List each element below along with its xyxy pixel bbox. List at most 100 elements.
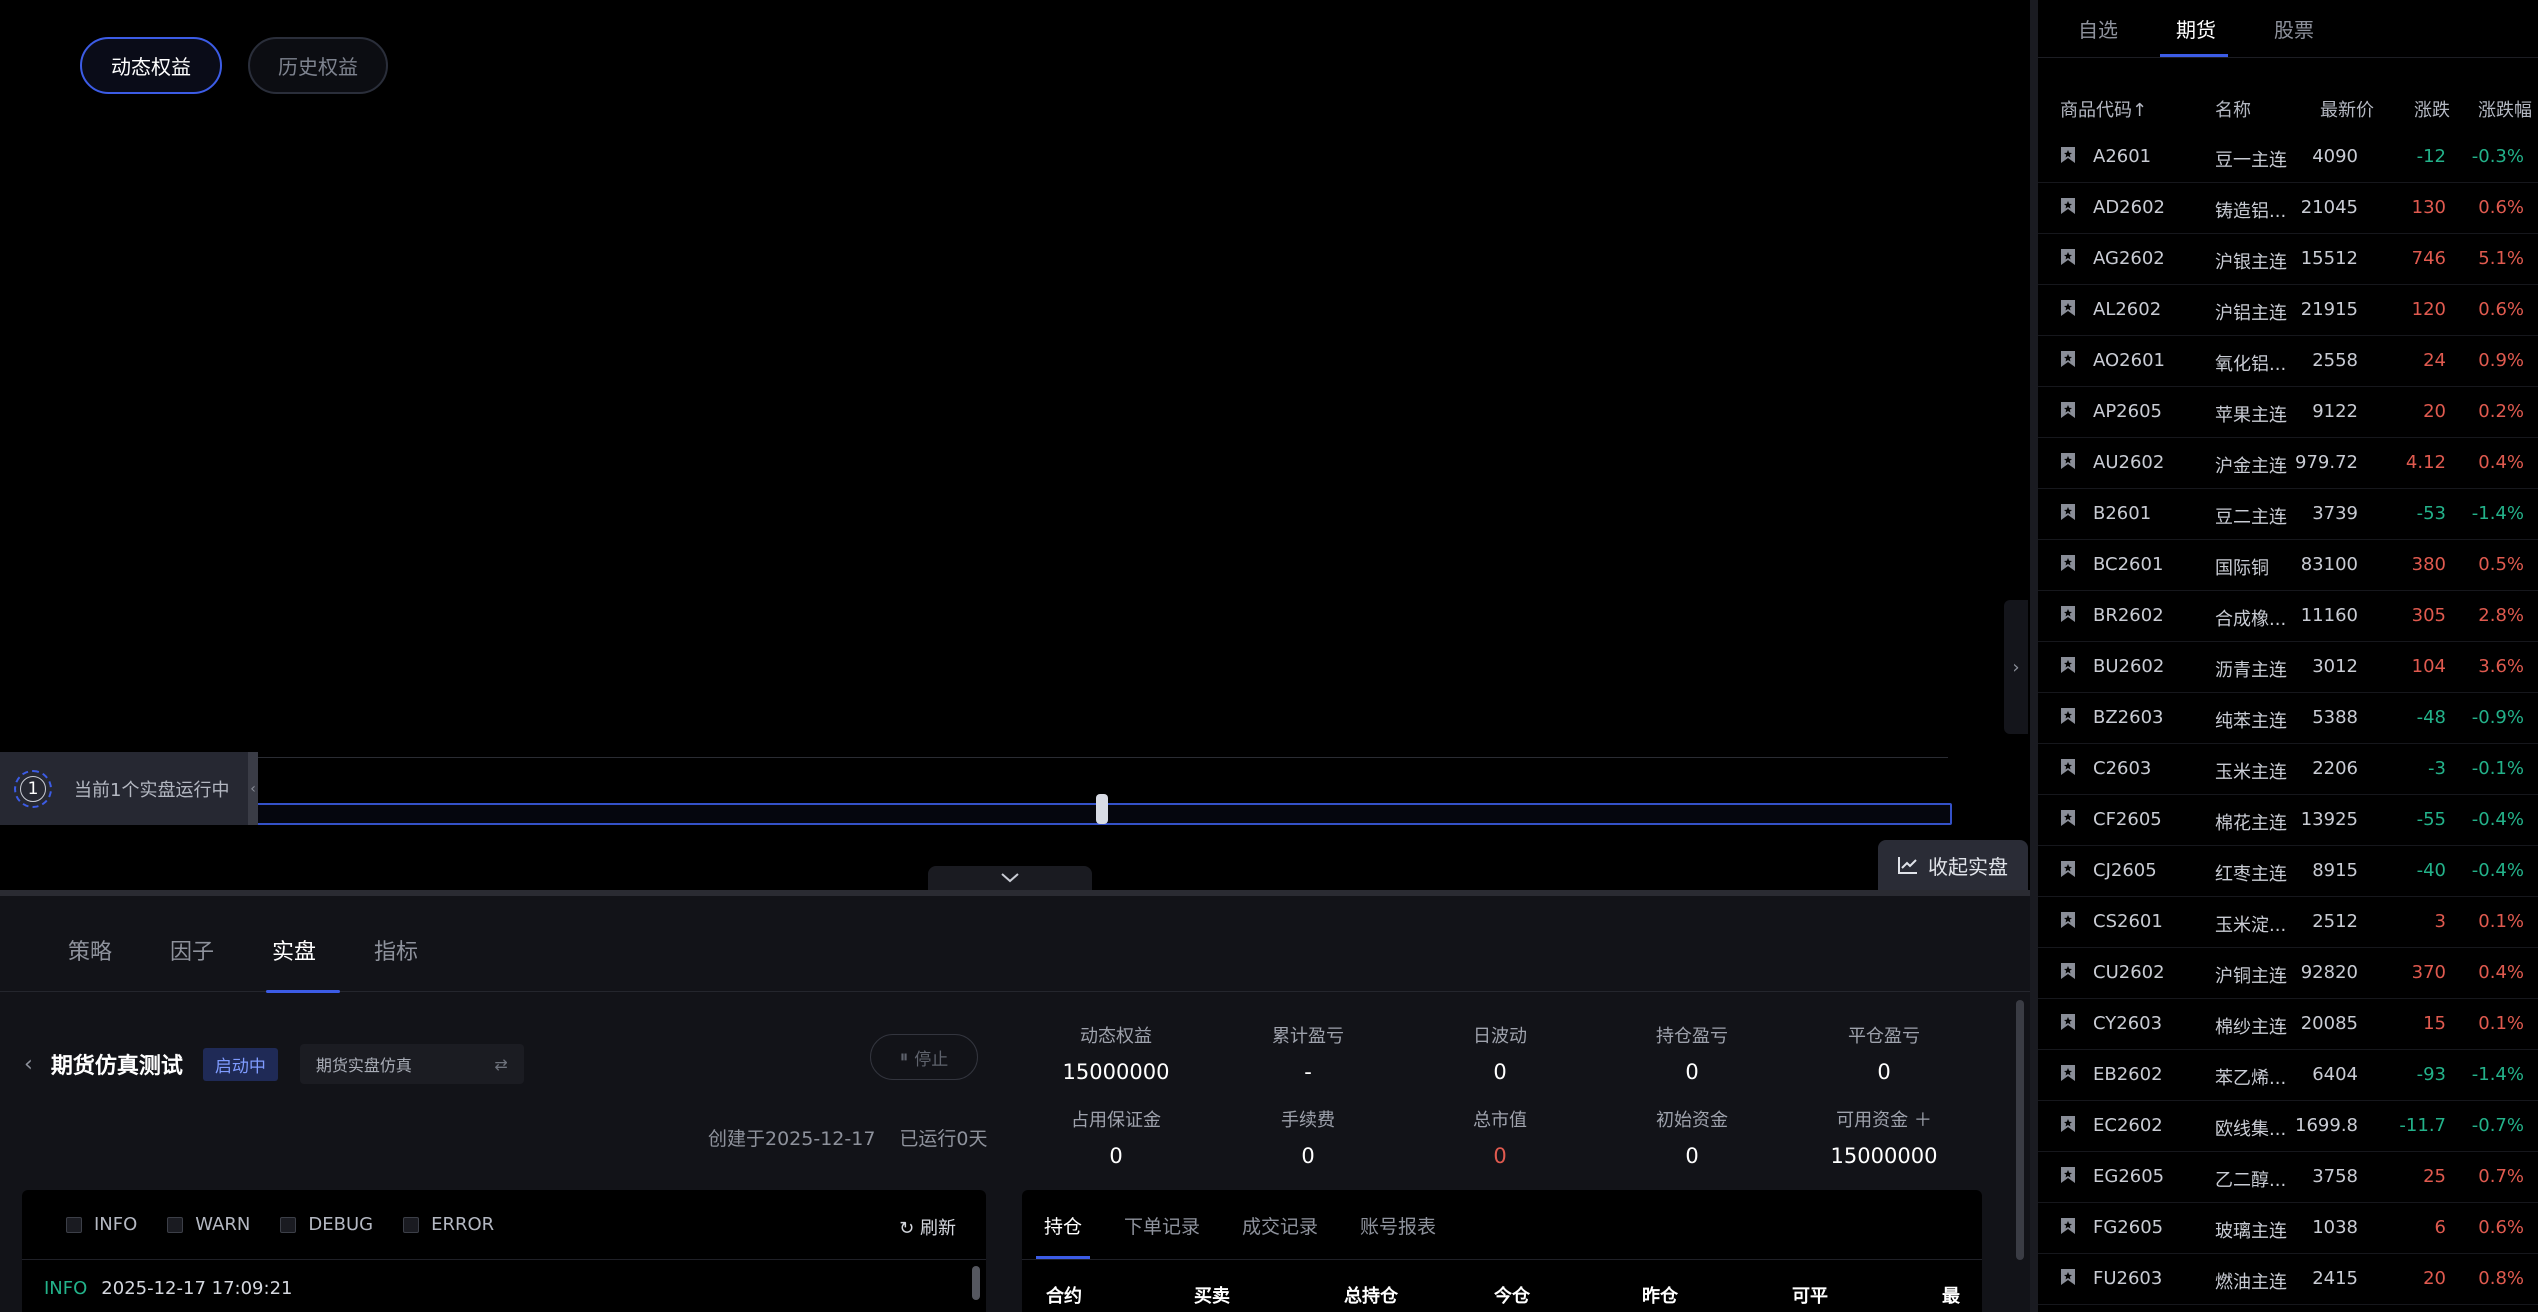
created-date: 创建于2025-12-17 (708, 1128, 876, 1150)
tab-indicator[interactable]: 指标 (374, 934, 418, 966)
panel-divider[interactable] (2030, 0, 2038, 1312)
bookmark-icon[interactable] (2060, 707, 2076, 725)
mode-select[interactable]: 期货实盘仿真 ⇄ (299, 1044, 524, 1084)
row-change: -55 (2416, 809, 2446, 830)
tab-live[interactable]: 实盘 (272, 934, 316, 966)
market-row[interactable]: A2601 豆一主连 4090 -12 -0.3% (2038, 132, 2538, 183)
market-row[interactable]: CJ2605 红枣主连 8915 -40 -0.4% (2038, 846, 2538, 897)
market-row[interactable]: AG2602 沪银主连 15512 746 5.1% (2038, 234, 2538, 285)
tab-futures[interactable]: 期货 (2176, 14, 2216, 43)
market-row[interactable]: CF2605 棉花主连 13925 -55 -0.4% (2038, 795, 2538, 846)
market-row[interactable]: BZ2603 纯苯主连 5388 -48 -0.9% (2038, 693, 2538, 744)
stat-value: 0 (1493, 1144, 1507, 1168)
bookmark-icon[interactable] (2060, 809, 2076, 827)
panel-scrollbar[interactable] (2016, 1000, 2024, 1260)
bookmark-icon[interactable] (2060, 503, 2076, 521)
row-code: CU2602 (2093, 962, 2165, 983)
refresh-icon: ↻ (899, 1218, 915, 1239)
bookmark-icon[interactable] (2060, 554, 2076, 572)
market-row[interactable]: CY2603 棉纱主连 20085 15 0.1% (2038, 999, 2538, 1050)
market-row[interactable]: AU2602 沪金主连 979.72 4.12 0.4% (2038, 438, 2538, 489)
row-price: 2415 (2312, 1268, 2358, 1289)
row-name: 国际铜 (2215, 558, 2269, 579)
market-row[interactable]: FG2605 玻璃主连 1038 6 0.6% (2038, 1203, 2538, 1254)
row-pct: -0.9% (2471, 707, 2524, 728)
bookmark-icon[interactable] (2060, 350, 2076, 368)
market-row[interactable]: BC2601 国际铜 83100 380 0.5% (2038, 540, 2538, 591)
bookmark-icon[interactable] (2060, 1115, 2076, 1133)
bookmark-icon[interactable] (2060, 1166, 2076, 1184)
slider-handle[interactable] (1096, 794, 1108, 824)
refresh-button[interactable]: ↻ 刷新 (899, 1214, 956, 1240)
market-row[interactable]: EC2602 欧线集... 1699.8 -11.7 -0.7% (2038, 1101, 2538, 1152)
checkbox[interactable] (66, 1216, 82, 1233)
stat-item: 累计盈亏 - (1212, 1022, 1404, 1084)
bookmark-icon[interactable] (2060, 1013, 2076, 1031)
stat-value: 15000000 (1062, 1060, 1170, 1084)
filter-warn[interactable]: WARN (167, 1214, 250, 1235)
bookmark-icon[interactable] (2060, 1217, 2076, 1235)
dynamic-equity-toggle[interactable]: 动态权益 (80, 37, 222, 94)
market-row[interactable]: CU2602 沪铜主连 92820 370 0.4% (2038, 948, 2538, 999)
market-row[interactable]: B2601 豆二主连 3739 -53 -1.4% (2038, 489, 2538, 540)
market-row[interactable]: C2603 玉米主连 2206 -3 -0.1% (2038, 744, 2538, 795)
bookmark-icon[interactable] (2060, 911, 2076, 929)
market-row[interactable]: AD2602 铸造铝... 21045 130 0.6% (2038, 183, 2538, 234)
log-scrollbar[interactable] (972, 1266, 980, 1300)
tab-strategy[interactable]: 策略 (68, 934, 112, 966)
market-row[interactable]: AO2601 氧化铝... 2558 24 0.9% (2038, 336, 2538, 387)
checkbox[interactable] (403, 1216, 420, 1233)
stop-button[interactable]: ⏸ 停止 (870, 1034, 978, 1080)
tab-watchlist[interactable]: 自选 (2078, 14, 2118, 43)
chevron-down-icon[interactable] (928, 866, 1092, 890)
stat-value: 0 (1493, 1060, 1507, 1084)
filter-info[interactable]: INFO (66, 1214, 137, 1235)
tab-trades[interactable]: 成交记录 (1242, 1212, 1318, 1239)
collapse-live-button[interactable]: 收起实盘 (1878, 840, 2028, 890)
tab-positions[interactable]: 持仓 (1044, 1212, 1082, 1239)
col-today: 今仓 (1494, 1286, 1530, 1307)
bookmark-icon[interactable] (2060, 401, 2076, 419)
market-row[interactable]: AP2605 苹果主连 9122 20 0.2% (2038, 387, 2538, 438)
row-price: 2512 (2312, 911, 2358, 932)
market-row[interactable]: AL2602 沪铝主连 21915 120 0.6% (2038, 285, 2538, 336)
bookmark-icon[interactable] (2060, 452, 2076, 470)
stat-item: 总市值 0 (1404, 1106, 1596, 1168)
bookmark-icon[interactable] (2060, 299, 2076, 317)
row-name: 沪铜主连 (2215, 966, 2287, 987)
market-row[interactable]: FU2603 燃油主连 2415 20 0.8% (2038, 1254, 2538, 1305)
market-row[interactable]: BR2602 合成橡... 11160 305 2.8% (2038, 591, 2538, 642)
tab-factor[interactable]: 因子 (170, 934, 214, 966)
log-time: 2025-12-17 17:09:21 (101, 1278, 293, 1299)
filter-debug[interactable]: DEBUG (280, 1214, 373, 1235)
checkbox[interactable] (167, 1216, 184, 1233)
chevron-left-icon[interactable]: ‹ (248, 752, 258, 825)
tab-orders[interactable]: 下单记录 (1124, 1212, 1200, 1239)
back-icon[interactable]: ‹ (24, 1052, 33, 1077)
bookmark-icon[interactable] (2060, 146, 2076, 164)
bookmark-icon[interactable] (2060, 197, 2076, 215)
history-equity-toggle[interactable]: 历史权益 (248, 37, 388, 94)
bookmark-icon[interactable] (2060, 962, 2076, 980)
running-indicator[interactable]: 1 当前1个实盘运行中 ‹ (0, 752, 258, 825)
chevron-right-icon[interactable]: › (2004, 600, 2028, 734)
bookmark-icon[interactable] (2060, 248, 2076, 266)
filter-error[interactable]: ERROR (403, 1214, 494, 1235)
market-row[interactable]: BU2602 沥青主连 3012 104 3.6% (2038, 642, 2538, 693)
tab-underline (266, 990, 340, 993)
tab-account-report[interactable]: 账号报表 (1360, 1212, 1436, 1239)
market-row[interactable]: EG2605 乙二醇... 3758 25 0.7% (2038, 1152, 2538, 1203)
bookmark-icon[interactable] (2060, 860, 2076, 878)
bookmark-icon[interactable] (2060, 605, 2076, 623)
market-row[interactable]: EB2602 苯乙烯... 6404 -93 -1.4% (2038, 1050, 2538, 1101)
bookmark-icon[interactable] (2060, 1268, 2076, 1286)
header-code[interactable]: 商品代码↑ (2060, 96, 2147, 122)
bookmark-icon[interactable] (2060, 758, 2076, 776)
bookmark-icon[interactable] (2060, 656, 2076, 674)
stat-item: 平仓盈亏 0 (1788, 1022, 1980, 1084)
market-row[interactable]: CS2601 玉米淀... 2512 3 0.1% (2038, 897, 2538, 948)
tab-stocks[interactable]: 股票 (2274, 14, 2314, 43)
row-change: 4.12 (2405, 452, 2446, 473)
checkbox[interactable] (280, 1216, 297, 1233)
bookmark-icon[interactable] (2060, 1064, 2076, 1082)
